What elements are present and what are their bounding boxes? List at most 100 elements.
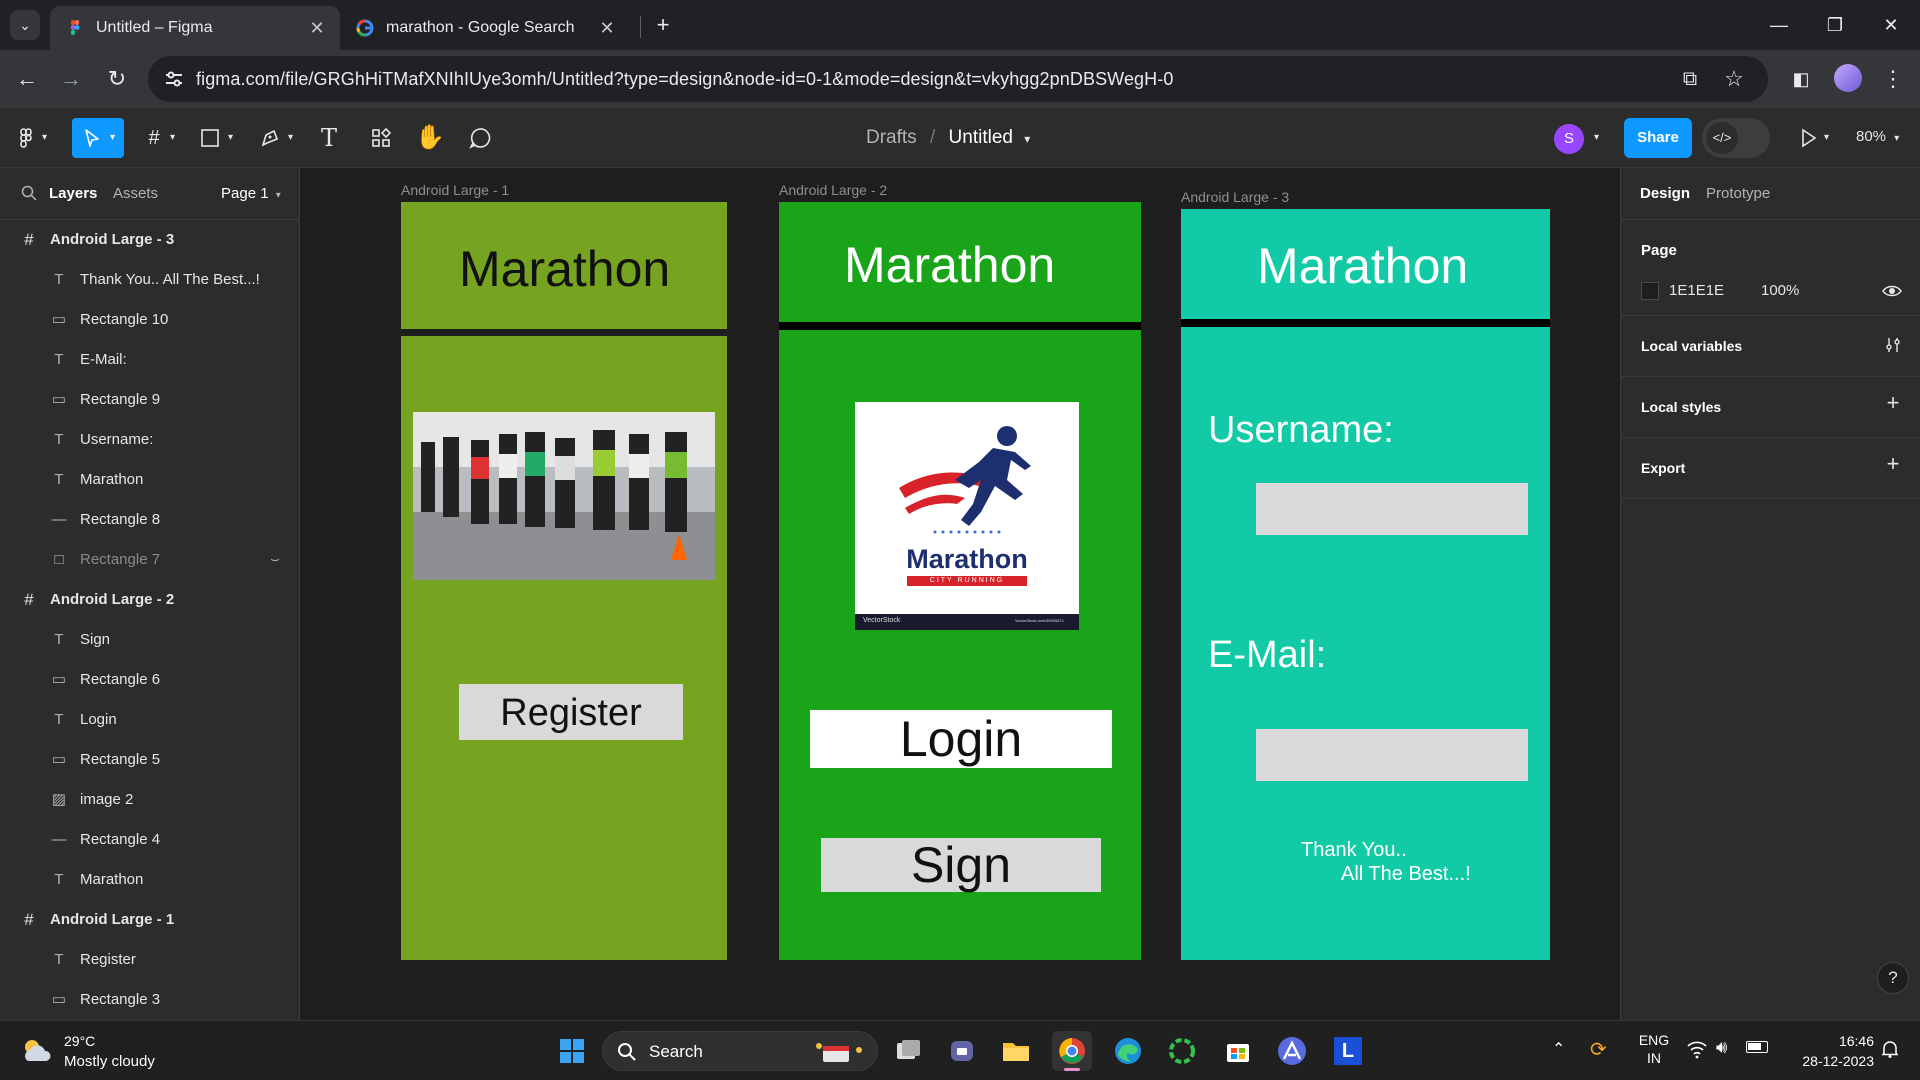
close-window-icon[interactable]: ✕: [1878, 12, 1904, 38]
frame-android-large-2[interactable]: Marathon Marathon CITY RUNNING VectorSto…: [779, 202, 1141, 960]
volume-icon[interactable]: 🔊︎: [1716, 1037, 1727, 1058]
weather-widget[interactable]: 29°C Mostly cloudy: [20, 1031, 180, 1073]
forward-icon[interactable]: →: [56, 64, 86, 94]
layer-row[interactable]: ▭ Rectangle 10: [0, 300, 300, 340]
chevron-up-icon[interactable]: ⌃: [1552, 1039, 1565, 1059]
comment-tool-icon[interactable]: [464, 122, 496, 154]
login-button[interactable]: Login: [810, 710, 1112, 768]
chevron-down-icon[interactable]: ▾: [288, 133, 296, 143]
l-app-icon[interactable]: L: [1328, 1031, 1368, 1071]
taskbar-search[interactable]: Search: [602, 1031, 878, 1071]
chrome-icon[interactable]: [1052, 1031, 1092, 1071]
variables-settings-icon[interactable]: [1883, 335, 1903, 355]
layer-row[interactable]: — Rectangle 4: [0, 820, 300, 860]
frame-tool-icon[interactable]: #: [138, 122, 170, 154]
layer-row[interactable]: ▭ Rectangle 3: [0, 980, 300, 1020]
layer-row[interactable]: — Rectangle 8: [0, 500, 300, 540]
page-color-value[interactable]: 1E1E1E: [1669, 282, 1724, 299]
tab-assets[interactable]: Assets: [113, 185, 158, 202]
minimize-icon[interactable]: —: [1766, 12, 1792, 38]
layer-row[interactable]: T Login: [0, 700, 300, 740]
edge-icon[interactable]: [1108, 1031, 1148, 1071]
frame-android-large-3[interactable]: Marathon Username: E-Mail: Thank You.. A…: [1181, 209, 1550, 960]
help-icon[interactable]: ?: [1877, 962, 1909, 994]
share-button[interactable]: Share: [1624, 118, 1692, 158]
layer-row[interactable]: ▭ Rectangle 9: [0, 380, 300, 420]
language-indicator[interactable]: ENG IN: [1634, 1031, 1674, 1067]
local-variables-section[interactable]: Local variables: [1621, 316, 1920, 377]
resources-tool-icon[interactable]: [365, 122, 397, 154]
chevron-down-icon[interactable]: ▾: [42, 133, 50, 143]
layer-row[interactable]: T Sign: [0, 620, 300, 660]
username-field[interactable]: [1256, 483, 1528, 535]
chevron-down-icon[interactable]: ▾: [1594, 132, 1599, 143]
layer-row[interactable]: T Thank You.. All The Best...!: [0, 260, 300, 300]
local-styles-section[interactable]: Local styles +: [1621, 377, 1920, 438]
present-play-icon[interactable]: [1796, 126, 1820, 150]
chevron-down-icon[interactable]: ▾: [170, 133, 178, 143]
add-export-icon[interactable]: +: [1883, 453, 1903, 475]
layer-row[interactable]: □ Rectangle 7 ⌣: [0, 540, 300, 580]
layer-frame-row[interactable]: # Android Large - 1: [0, 900, 300, 940]
hand-tool-icon[interactable]: ✋: [414, 122, 446, 154]
teams-chat-icon[interactable]: [942, 1031, 982, 1071]
search-icon[interactable]: [20, 184, 38, 202]
layer-row[interactable]: T E-Mail:: [0, 340, 300, 380]
frame-label[interactable]: Android Large - 2: [779, 182, 887, 198]
side-panel-icon[interactable]: ◧: [1786, 64, 1816, 94]
bookmark-star-icon[interactable]: ☆: [1722, 67, 1746, 91]
chevron-down-icon[interactable]: ▾: [1824, 132, 1829, 143]
page-opacity-value[interactable]: 100%: [1761, 282, 1799, 299]
zoom-level[interactable]: 80% ▾: [1856, 128, 1899, 145]
tab-figma[interactable]: Untitled – Figma ✕: [50, 6, 340, 50]
site-info-icon[interactable]: [162, 67, 186, 91]
windows-start-icon[interactable]: [552, 1031, 592, 1071]
close-tab-icon[interactable]: ✕: [598, 19, 616, 37]
figma-menu-icon[interactable]: [10, 122, 42, 154]
sign-button[interactable]: Sign: [821, 837, 1101, 893]
frame-android-large-1[interactable]: Marathon Register: [401, 202, 727, 960]
file-explorer-icon[interactable]: [996, 1031, 1036, 1071]
register-button[interactable]: Register: [459, 684, 683, 740]
profile-avatar[interactable]: [1834, 64, 1862, 92]
chevron-down-icon[interactable]: ▾: [228, 133, 236, 143]
layer-row[interactable]: T Marathon: [0, 460, 300, 500]
frame-label[interactable]: Android Large - 1: [401, 182, 509, 198]
breadcrumb-drafts[interactable]: Drafts: [866, 127, 917, 148]
export-section[interactable]: Export +: [1621, 438, 1920, 499]
notification-bell-icon[interactable]: [1880, 1039, 1900, 1059]
close-tab-icon[interactable]: ✕: [308, 19, 326, 37]
address-bar[interactable]: figma.com/file/GRGhHiTMafXNIhIUye3omh/Un…: [148, 56, 1768, 102]
layer-row[interactable]: T Marathon: [0, 860, 300, 900]
new-tab-icon[interactable]: +: [650, 12, 676, 38]
add-style-icon[interactable]: +: [1883, 392, 1903, 414]
text-tool-icon[interactable]: T: [313, 122, 345, 154]
page-color-swatch[interactable]: [1641, 282, 1659, 300]
wifi-icon[interactable]: [1686, 1039, 1708, 1059]
eye-icon[interactable]: [1881, 280, 1903, 302]
install-app-icon[interactable]: ⧉: [1678, 67, 1702, 91]
avatar[interactable]: S: [1554, 124, 1584, 154]
tab-search-button[interactable]: ⌄: [10, 10, 40, 40]
chevron-down-icon[interactable]: ▾: [1024, 132, 1030, 146]
tab-google-search[interactable]: marathon - Google Search ✕: [340, 6, 630, 50]
design-canvas[interactable]: Android Large - 1 Marathon Register Andr…: [300, 168, 1620, 1020]
dev-mode-toggle[interactable]: </>: [1702, 118, 1770, 158]
hidden-eye-icon[interactable]: ⌣: [266, 551, 284, 569]
tab-layers[interactable]: Layers: [49, 185, 97, 202]
sync-icon[interactable]: ⟳: [1590, 1037, 1607, 1062]
clock[interactable]: 16:46 28-12-2023: [1776, 1031, 1874, 1071]
battery-icon[interactable]: [1746, 1041, 1768, 1053]
frame-label[interactable]: Android Large - 3: [1181, 189, 1289, 205]
layer-row[interactable]: T Username:: [0, 420, 300, 460]
browser-menu-icon[interactable]: ⋮: [1878, 64, 1908, 94]
layer-row[interactable]: ▭ Rectangle 6: [0, 660, 300, 700]
task-view-icon[interactable]: [888, 1031, 928, 1071]
move-tool-button[interactable]: ▾: [72, 118, 124, 158]
layer-row[interactable]: ▭ Rectangle 5: [0, 740, 300, 780]
microsoft-store-icon[interactable]: [1218, 1031, 1258, 1071]
pen-tool-icon[interactable]: [254, 122, 286, 154]
restore-icon[interactable]: ❐: [1822, 12, 1848, 38]
tab-prototype[interactable]: Prototype: [1706, 185, 1770, 202]
azure-app-icon[interactable]: [1272, 1031, 1312, 1071]
